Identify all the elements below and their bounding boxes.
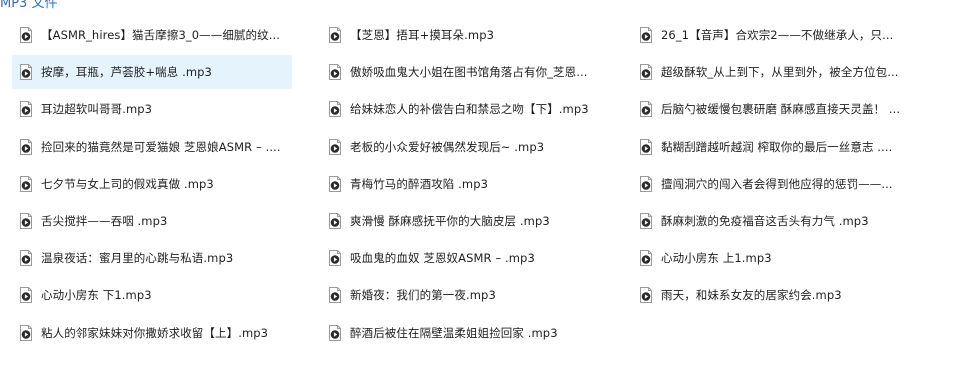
- file-name-label: 七夕节与女上司的假戏真做 .mp3: [41, 176, 214, 191]
- mp3-file-icon: [328, 287, 342, 304]
- file-item[interactable]: 擅闯洞穴的闯入者会得到他应得的惩罚——...: [632, 167, 912, 201]
- mp3-file-icon: [328, 324, 342, 341]
- file-item[interactable]: 捡回来的猫竟然是可爱猫娘 芝恩娘ASMR – ....: [12, 130, 292, 164]
- file-item[interactable]: 给妹妹恋人的补偿告白和禁忌之吻【下】.mp3: [321, 92, 601, 126]
- file-item[interactable]: 酥麻刺激的免疫福音这舌头有力气 .mp3: [632, 204, 912, 238]
- file-item[interactable]: 按摩，耳瓶，芦荟胶+喘息 .mp3: [12, 55, 292, 90]
- file-item[interactable]: 新婚夜：我们的第一夜.mp3: [321, 278, 601, 312]
- mp3-file-icon: [328, 27, 342, 43]
- file-name-label: 超级酥软_从上到下，从里到外，被全方位包...: [661, 65, 899, 80]
- file-name-label: 耳边超软叫哥哥.mp3: [41, 102, 153, 117]
- file-item[interactable]: 超级酥软_从上到下，从里到外，被全方位包...: [632, 55, 912, 89]
- file-item[interactable]: 黏糊刮蹭越听越润 榨取你的最后一丝意志 ....: [632, 130, 912, 164]
- file-item[interactable]: 26_1【音声】合欢宗2——不做继承人，只...: [632, 18, 912, 52]
- mp3-file-icon: [19, 27, 33, 43]
- mp3-file-icon: [19, 64, 33, 81]
- file-name-label: 擅闯洞穴的闯入者会得到他应得的惩罚——...: [661, 176, 893, 191]
- mp3-file-icon: [19, 287, 33, 304]
- file-item[interactable]: 耳边超软叫哥哥.mp3: [12, 92, 292, 126]
- mp3-file-icon: [328, 175, 342, 192]
- group-header: MP3 文件: [0, 0, 58, 11]
- file-name-label: 按摩，耳瓶，芦荟胶+喘息 .mp3: [41, 65, 212, 80]
- mp3-file-icon: [639, 27, 653, 43]
- mp3-file-icon: [639, 101, 653, 118]
- file-name-label: 捡回来的猫竟然是可爱猫娘 芝恩娘ASMR – ....: [41, 139, 281, 154]
- mp3-file-icon: [639, 138, 653, 155]
- file-name-label: 吸血鬼的血奴 芝恩奴ASMR – .mp3: [350, 251, 535, 266]
- file-name-label: 26_1【音声】合欢宗2——不做继承人，只...: [661, 28, 894, 42]
- mp3-file-icon: [639, 287, 653, 304]
- file-item[interactable]: 青梅竹马的醉酒攻陷 .mp3: [321, 167, 601, 201]
- file-name-label: 黏糊刮蹭越听越润 榨取你的最后一丝意志 ....: [661, 139, 893, 154]
- file-item[interactable]: 爽滑慢 酥麻感抚平你的大脑皮层 .mp3: [321, 204, 601, 238]
- file-item[interactable]: 温泉夜话：蜜月里的心跳与私语.mp3: [12, 241, 292, 275]
- file-name-label: 舌尖搅拌——吞咽 .mp3: [41, 214, 168, 228]
- file-item[interactable]: 醉酒后被住在隔壁温柔姐姐捡回家 .mp3: [321, 316, 601, 350]
- file-name-label: 后脑勺被缓慢包裹研磨 酥麻感直接天灵盖！ ...: [661, 102, 901, 117]
- mp3-file-icon: [19, 175, 33, 192]
- file-name-label: 粘人的邻家妹妹对你撒娇求收留【上】.mp3: [41, 325, 269, 340]
- file-name-label: 给妹妹恋人的补偿告白和禁忌之吻【下】.mp3: [350, 102, 589, 117]
- file-name-label: 酥麻刺激的免疫福音这舌头有力气 .mp3: [661, 214, 869, 228]
- file-grid: 【ASMR_hires】猫舌摩擦3_0——细腻的纹... 【芝恩】捂耳+摸耳朵.m…: [12, 18, 942, 367]
- mp3-file-icon: [19, 213, 33, 229]
- mp3-file-icon: [639, 175, 653, 192]
- file-name-label: 【芝恩】捂耳+摸耳朵.mp3: [350, 28, 495, 42]
- mp3-file-icon: [328, 101, 342, 118]
- file-item[interactable]: 【芝恩】捂耳+摸耳朵.mp3: [321, 18, 601, 52]
- file-name-label: 雨天，和妹系女友的居家约会.mp3: [661, 288, 842, 303]
- file-name-label: 心动小房东 下1.mp3: [41, 288, 152, 303]
- file-name-label: 醉酒后被住在隔壁温柔姐姐捡回家 .mp3: [350, 325, 558, 340]
- file-item[interactable]: 后脑勺被缓慢包裹研磨 酥麻感直接天灵盖！ ...: [632, 92, 912, 126]
- mp3-file-icon: [19, 101, 33, 118]
- file-item[interactable]: 心动小房东 下1.mp3: [12, 278, 292, 312]
- file-name-label: 【ASMR_hires】猫舌摩擦3_0——细腻的纹...: [41, 28, 281, 42]
- file-item[interactable]: 【ASMR_hires】猫舌摩擦3_0——细腻的纹...: [12, 18, 292, 52]
- file-name-label: 温泉夜话：蜜月里的心跳与私语.mp3: [41, 251, 234, 266]
- mp3-file-icon: [328, 250, 342, 267]
- file-item[interactable]: 傲娇吸血鬼大小姐在图书馆角落占有你_芝恩...: [321, 55, 601, 89]
- mp3-file-icon: [19, 250, 33, 267]
- mp3-file-icon: [639, 64, 653, 81]
- file-item[interactable]: 粘人的邻家妹妹对你撒娇求收留【上】.mp3: [12, 316, 292, 350]
- file-item[interactable]: 舌尖搅拌——吞咽 .mp3: [12, 204, 292, 238]
- mp3-file-icon: [328, 138, 342, 155]
- file-item[interactable]: 雨天，和妹系女友的居家约会.mp3: [632, 278, 912, 312]
- file-name-label: 傲娇吸血鬼大小姐在图书馆角落占有你_芝恩...: [350, 65, 588, 80]
- mp3-file-icon: [328, 64, 342, 81]
- mp3-file-icon: [328, 213, 342, 229]
- file-item[interactable]: 七夕节与女上司的假戏真做 .mp3: [12, 167, 292, 201]
- file-name-label: 青梅竹马的醉酒攻陷 .mp3: [350, 176, 489, 191]
- mp3-file-icon: [19, 138, 33, 155]
- file-name-label: 新婚夜：我们的第一夜.mp3: [350, 288, 496, 303]
- file-name-label: 老板的小众爱好被偶然发现后~ .mp3: [350, 139, 545, 154]
- mp3-file-icon: [639, 213, 653, 229]
- file-name-label: 爽滑慢 酥麻感抚平你的大脑皮层 .mp3: [350, 214, 550, 228]
- mp3-file-icon: [19, 324, 33, 341]
- file-item[interactable]: 心动小房东 上1.mp3: [632, 241, 912, 275]
- file-explorer-view: MP3 文件 【ASMR_hires】猫舌摩擦3_0——细腻的纹... 【芝恩】捂…: [0, 0, 955, 367]
- file-name-label: 心动小房东 上1.mp3: [661, 251, 772, 266]
- mp3-file-icon: [639, 250, 653, 267]
- file-item[interactable]: 老板的小众爱好被偶然发现后~ .mp3: [321, 130, 601, 164]
- file-item[interactable]: 吸血鬼的血奴 芝恩奴ASMR – .mp3: [321, 241, 601, 275]
